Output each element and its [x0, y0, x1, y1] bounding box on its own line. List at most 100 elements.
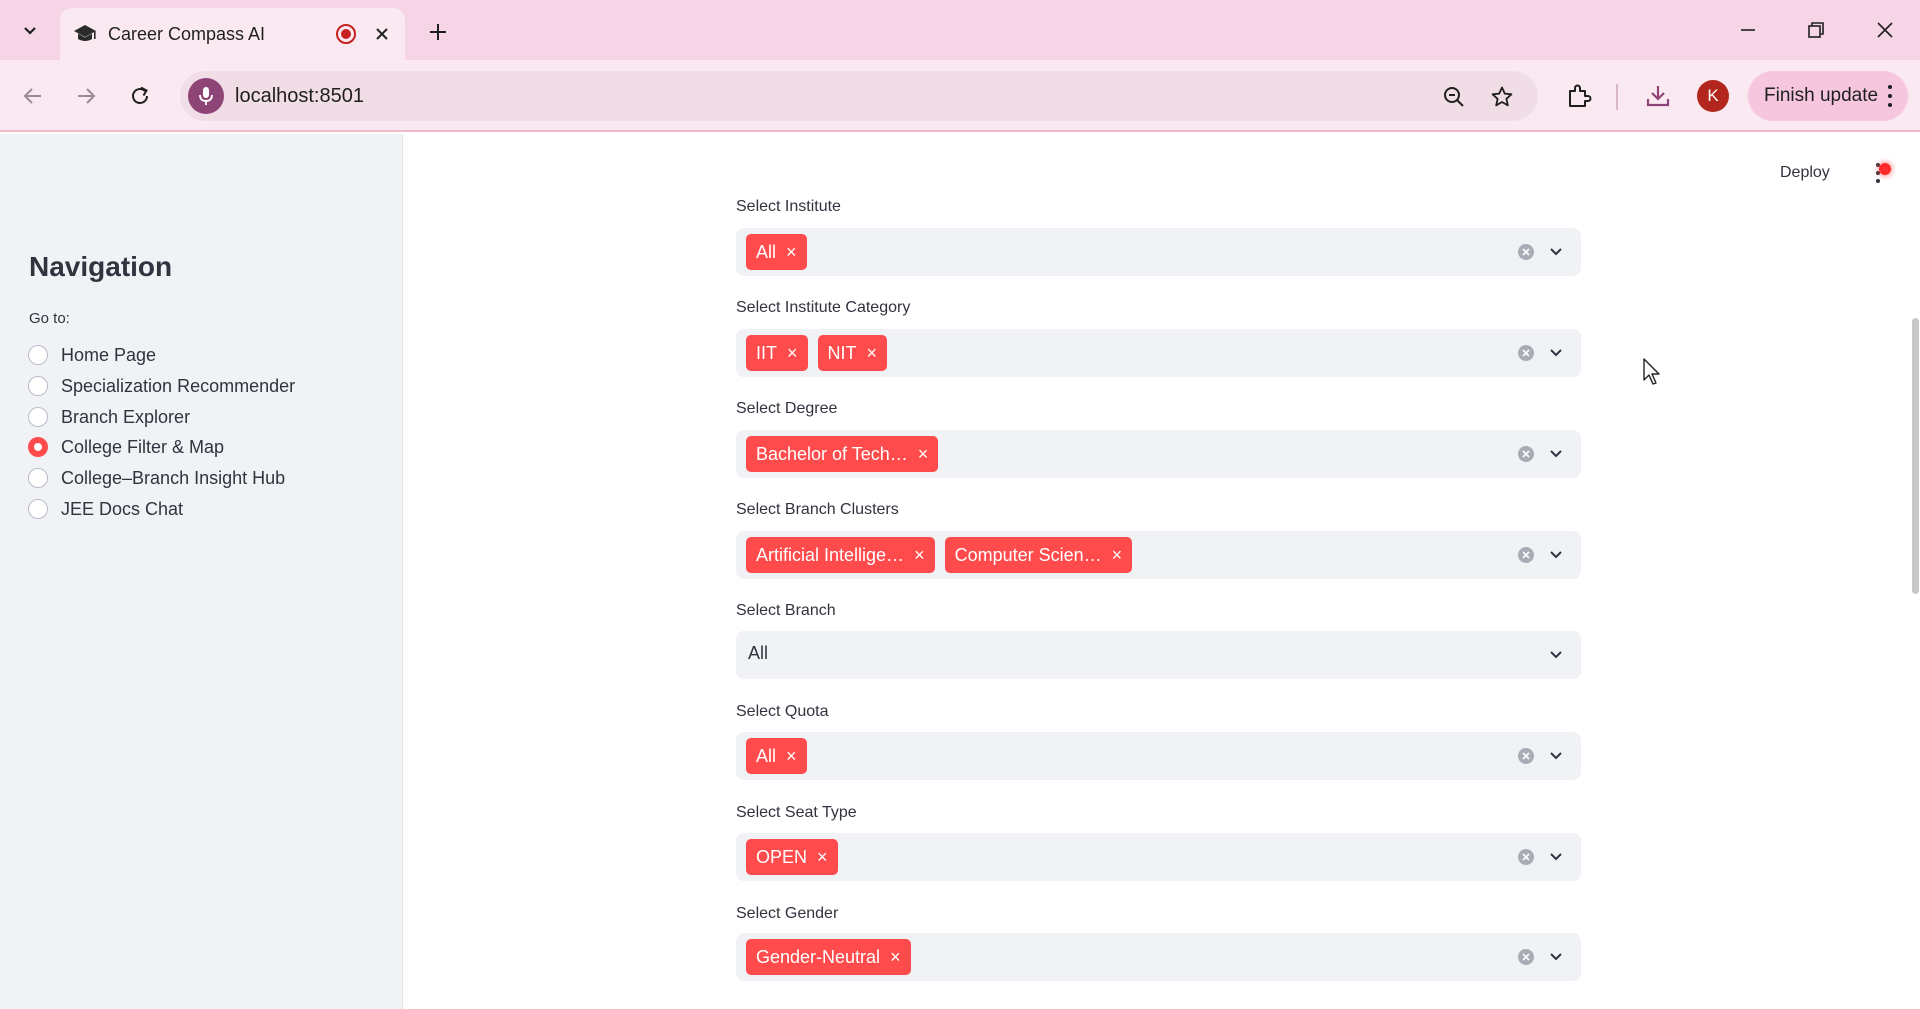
nav-option-college-filter-map[interactable]: College Filter & Map: [28, 434, 224, 460]
minimize-icon: [1741, 29, 1755, 31]
radio-button[interactable]: [28, 407, 48, 427]
close-icon: [1877, 22, 1893, 38]
degree-label: Select Degree: [736, 400, 838, 417]
sidebar: Navigation Go to: Home Page Specializati…: [0, 134, 403, 1009]
tag-remove-icon[interactable]: ×: [890, 948, 901, 966]
browser-tab[interactable]: Career Compass AI: [60, 8, 405, 60]
chevron-down-icon[interactable]: [1546, 444, 1566, 464]
nav-option-label: Branch Explorer: [61, 406, 191, 427]
plus-icon: [430, 24, 446, 40]
finish-update-button[interactable]: Finish update: [1748, 71, 1908, 121]
bookmark-star-icon[interactable]: [1488, 83, 1516, 111]
selected-tag: OPEN ×: [746, 839, 838, 875]
chevron-down-icon[interactable]: [1546, 847, 1566, 867]
tag-remove-icon[interactable]: ×: [787, 344, 798, 362]
selected-tag: IIT ×: [746, 335, 808, 371]
nav-option-jee-docs-chat[interactable]: JEE Docs Chat: [28, 496, 183, 522]
tag-label: Gender-Neutral: [756, 946, 881, 967]
clear-all-icon[interactable]: [1518, 446, 1534, 462]
downloads-icon[interactable]: [1640, 78, 1676, 114]
close-window-button[interactable]: [1861, 10, 1909, 50]
tag-remove-icon[interactable]: ×: [786, 747, 797, 765]
select-value: All: [748, 643, 769, 663]
clear-all-icon[interactable]: [1518, 244, 1534, 260]
chevron-down-icon[interactable]: [1546, 645, 1566, 665]
deploy-button[interactable]: Deploy: [1780, 164, 1830, 182]
selected-tag: Gender-Neutral ×: [746, 939, 911, 975]
radio-button[interactable]: [28, 376, 48, 396]
tag-remove-icon[interactable]: ×: [867, 344, 878, 362]
tag-remove-icon[interactable]: ×: [817, 848, 828, 866]
clear-all-icon[interactable]: [1518, 748, 1534, 764]
microphone-icon[interactable]: [188, 78, 224, 114]
clear-all-icon[interactable]: [1518, 949, 1534, 965]
nav-option-branch-explorer[interactable]: Branch Explorer: [28, 404, 190, 430]
branch-select[interactable]: All: [736, 631, 1581, 679]
tag-remove-icon[interactable]: ×: [786, 243, 797, 261]
institute-multiselect[interactable]: All ×: [736, 228, 1581, 276]
quota-multiselect[interactable]: All ×: [736, 732, 1581, 780]
institute-category-multiselect[interactable]: IIT × NIT ×: [736, 329, 1581, 377]
selected-tag: All ×: [746, 234, 807, 270]
radio-button[interactable]: [28, 345, 48, 365]
tag-label: OPEN: [756, 846, 808, 867]
back-button[interactable]: [13, 76, 53, 116]
sidebar-title: Navigation: [29, 251, 173, 282]
clear-all-icon[interactable]: [1518, 849, 1534, 865]
tag-remove-icon[interactable]: ×: [1112, 546, 1123, 564]
chevron-down-icon[interactable]: [1546, 746, 1566, 766]
tab-close-icon[interactable]: [370, 22, 394, 46]
tag-label: Computer Scien…: [954, 544, 1102, 565]
minimize-button[interactable]: [1724, 10, 1772, 50]
degree-multiselect[interactable]: Bachelor of Tech… ×: [736, 430, 1581, 478]
nav-option-label: Home Page: [61, 344, 157, 365]
more-vert-icon: [1888, 85, 1892, 107]
radio-button[interactable]: [28, 468, 48, 488]
tab-search-button[interactable]: [10, 12, 50, 48]
nav-option-specialization-recommender[interactable]: Specialization Recommender: [28, 373, 295, 399]
nav-option-label: JEE Docs Chat: [61, 498, 184, 519]
new-tab-button[interactable]: [420, 14, 456, 50]
chevron-down-icon[interactable]: [1546, 242, 1566, 262]
nav-option-college-branch-insight-hub[interactable]: College–Branch Insight Hub: [28, 465, 285, 491]
tag-label: Artificial Intellige…: [756, 544, 905, 565]
quota-label: Select Quota: [736, 703, 829, 720]
nav-option-home-page[interactable]: Home Page: [28, 342, 156, 368]
radio-button[interactable]: [28, 499, 48, 519]
mouse-cursor-icon: [1643, 358, 1660, 385]
radio-button-selected[interactable]: [28, 437, 48, 457]
tag-remove-icon[interactable]: ×: [914, 546, 925, 564]
reload-button[interactable]: [120, 76, 160, 116]
chevron-down-icon[interactable]: [1546, 947, 1566, 967]
arrow-right-icon: [78, 88, 96, 104]
tag-remove-icon[interactable]: ×: [918, 445, 929, 463]
main-menu-button[interactable]: [1868, 161, 1892, 185]
restore-button[interactable]: [1792, 10, 1840, 50]
page-scrollbar[interactable]: [1912, 318, 1919, 594]
tag-label: IIT: [756, 342, 777, 363]
gender-multiselect[interactable]: Gender-Neutral ×: [736, 933, 1581, 981]
chevron-down-icon[interactable]: [1546, 343, 1566, 363]
gender-label: Select Gender: [736, 905, 839, 922]
clear-all-icon[interactable]: [1518, 547, 1534, 563]
address-bar[interactable]: localhost:8501: [180, 71, 1538, 121]
branch-clusters-label: Select Branch Clusters: [736, 501, 899, 518]
restore-icon: [1808, 22, 1824, 38]
arrow-left-icon: [23, 88, 41, 104]
url-text[interactable]: localhost:8501: [235, 84, 364, 108]
graduation-cap-icon: [72, 21, 98, 47]
finish-update-label: Finish update: [1764, 85, 1879, 106]
browser-tab-bar: Career Compass AI: [0, 0, 1920, 60]
tag-label: NIT: [827, 342, 857, 363]
clear-all-icon[interactable]: [1518, 345, 1534, 361]
zoom-icon[interactable]: [1440, 83, 1468, 111]
profile-avatar[interactable]: K: [1697, 80, 1729, 112]
browser-toolbar: localhost:8501 K Finish update: [0, 60, 1920, 132]
chevron-down-icon[interactable]: [1546, 545, 1566, 565]
seat-type-multiselect[interactable]: OPEN ×: [736, 833, 1581, 881]
branch-clusters-multiselect[interactable]: Artificial Intellige… × Computer Scien… ×: [736, 531, 1581, 579]
forward-button[interactable]: [66, 76, 106, 116]
extensions-icon[interactable]: [1561, 78, 1597, 114]
tag-label: All: [756, 745, 777, 766]
seat-type-label: Select Seat Type: [736, 804, 857, 821]
